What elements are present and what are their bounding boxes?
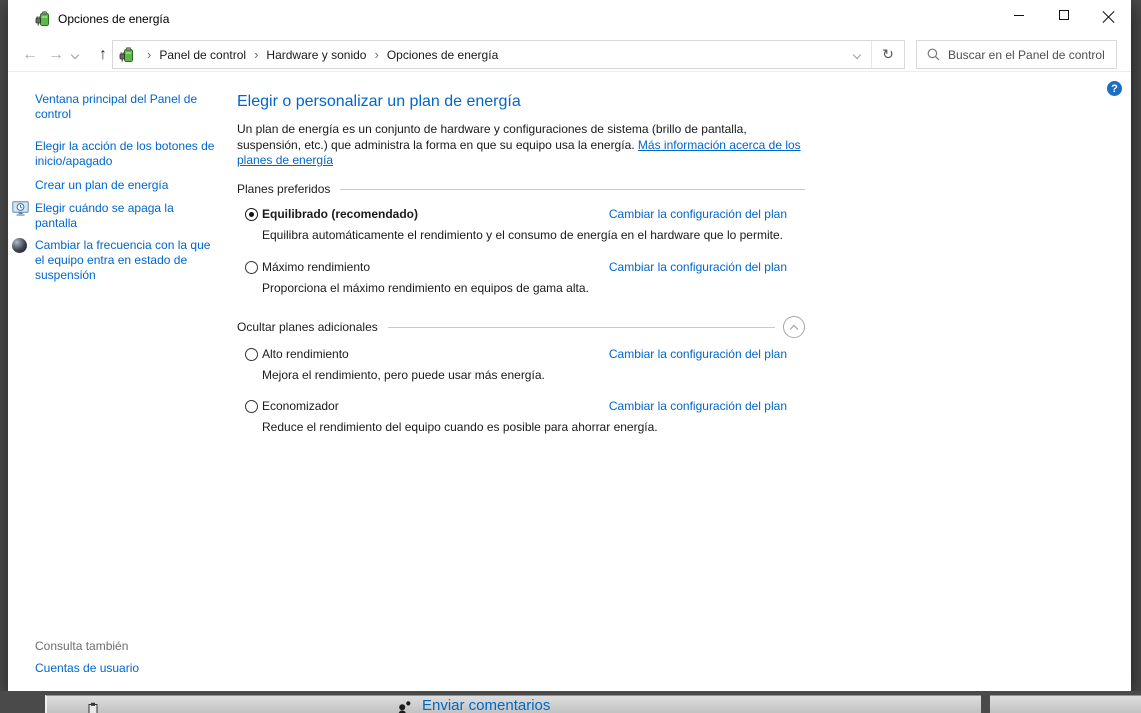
sidebar-item-label: Elegir la acción de los botones de inici… [35, 139, 215, 168]
back-icon: ← [22, 45, 38, 63]
task-sidebar: Ventana principal del Panel de control E… [8, 72, 237, 691]
breadcrumb-separator: › [147, 47, 152, 62]
chevron-down-icon [70, 50, 80, 59]
chevron-down-icon [852, 50, 862, 59]
plan-row-alto-rendimiento: Alto rendimiento Cambiar la configuració… [237, 347, 805, 363]
sidebar-item-label: Cambiar la frecuencia con la que el equi… [35, 238, 211, 282]
help-button[interactable]: ? [1107, 81, 1122, 96]
sidebar-item-accion-botones[interactable]: Elegir la acción de los botones de inici… [35, 139, 219, 169]
plan-row-equilibrado: Equilibrado (recomendado) Cambiar la con… [237, 207, 805, 223]
breadcrumb-separator: › [254, 47, 259, 62]
feedback-item: Enviar comentarios [397, 697, 550, 713]
plan-name: Equilibrado (recomendado) [262, 207, 419, 221]
change-plan-settings-link[interactable]: Cambiar la configuración del plan [609, 260, 787, 274]
recent-pages-button[interactable] [68, 38, 82, 71]
caption-buttons [996, 0, 1131, 30]
refresh-icon: ↻ [882, 46, 894, 62]
close-button[interactable] [1086, 0, 1131, 30]
minimize-button[interactable] [996, 0, 1041, 30]
sidebar-item-frecuencia-suspension[interactable]: Cambiar la frecuencia con la que el equi… [12, 238, 219, 283]
see-also-section: Consulta también Cuentas de usuario [35, 639, 139, 675]
forward-button[interactable]: → [44, 38, 68, 71]
feedback-person-icon [398, 701, 411, 713]
power-options-battery-icon [119, 46, 133, 62]
sidebar-item-label: Crear un plan de energía [35, 178, 169, 192]
enviar-comentarios-link[interactable]: Enviar comentarios [422, 697, 550, 713]
intro-paragraph: Un plan de energía es un conjunto de har… [237, 122, 813, 169]
sidebar-item-ventana-principal[interactable]: Ventana principal del Panel de control [35, 92, 219, 122]
sidebar-link-cuentas-de-usuario[interactable]: Cuentas de usuario [35, 661, 139, 675]
change-plan-settings-link[interactable]: Cambiar la configuración del plan [609, 207, 787, 221]
background-window-left: Enviar comentarios [45, 695, 981, 713]
maximize-button[interactable] [1041, 0, 1086, 30]
minimize-icon [1013, 14, 1024, 16]
radio-economizador[interactable] [245, 400, 258, 413]
radio-alto-rendimiento[interactable] [245, 348, 258, 361]
navigation-bar: ← → ↑ › Panel de control › Hardware y so… [8, 38, 1131, 72]
address-dropdown-button[interactable] [843, 41, 871, 68]
content-area: ? Ventana principal del Panel de control… [8, 72, 1131, 691]
page-title: Elegir o personalizar un plan de energía [237, 93, 521, 110]
plan-row-maximo-rendimiento: Máximo rendimiento Cambiar la configurac… [237, 260, 805, 276]
radio-equilibrado[interactable] [245, 208, 258, 221]
section-header-planes-adicionales: Ocultar planes adicionales [237, 316, 805, 338]
change-plan-settings-link[interactable]: Cambiar la configuración del plan [609, 347, 787, 361]
sidebar-item-apagar-pantalla[interactable]: Elegir cuándo se apaga la pantalla [12, 201, 219, 231]
sleep-sphere-icon [12, 238, 27, 253]
background-window-right [990, 695, 1141, 713]
close-icon [1102, 9, 1115, 22]
plan-description: Mejora el rendimiento, pero puede usar m… [262, 368, 545, 382]
back-button[interactable]: ← [18, 38, 42, 71]
plan-name: Alto rendimiento [262, 347, 349, 361]
breadcrumb-item-panel-de-control[interactable]: Panel de control [159, 48, 246, 62]
power-options-battery-icon [35, 11, 49, 26]
desktop: { "window": { "title": "Opciones de ener… [0, 0, 1141, 713]
search-box [916, 40, 1117, 69]
title-bar: Opciones de energía [8, 0, 1131, 38]
address-bar[interactable]: › Panel de control › Hardware y sonido ›… [112, 40, 905, 69]
section-header-planes-preferidos: Planes preferidos [237, 182, 805, 196]
plan-description: Proporciona el máximo rendimiento en equ… [262, 281, 589, 295]
maximize-icon [1058, 10, 1069, 20]
breadcrumb-separator: › [374, 47, 379, 62]
search-icon [927, 48, 940, 61]
change-plan-settings-link[interactable]: Cambiar la configuración del plan [609, 399, 787, 413]
section-label: Ocultar planes adicionales [237, 320, 378, 334]
breadcrumb-item-hardware-y-sonido[interactable]: Hardware y sonido [266, 48, 366, 62]
sidebar-item-label: Elegir cuándo se apaga la pantalla [35, 201, 174, 230]
clipboard-icon [88, 702, 98, 713]
radio-maximo-rendimiento[interactable] [245, 261, 258, 274]
section-divider-line [340, 188, 805, 190]
display-clock-icon [12, 201, 29, 216]
power-options-window: Opciones de energía ← → ↑ › Panel de con… [8, 0, 1131, 691]
refresh-button[interactable]: ↻ [872, 41, 904, 68]
search-input[interactable] [948, 47, 1116, 62]
see-also-header: Consulta también [35, 639, 129, 653]
background-windows-strip: Enviar comentarios [0, 691, 1141, 713]
help-question-icon: ? [1111, 82, 1118, 95]
plan-row-economizador: Economizador Cambiar la configuración de… [237, 399, 805, 415]
breadcrumb-item-opciones-de-energia[interactable]: Opciones de energía [387, 48, 498, 62]
plan-name: Economizador [262, 399, 339, 413]
forward-icon: → [48, 45, 64, 63]
window-title: Opciones de energía [58, 12, 170, 26]
up-icon: ↑ [99, 45, 107, 63]
plan-description: Reduce el rendimiento del equipo cuando … [262, 420, 658, 434]
plan-name: Máximo rendimiento [262, 260, 371, 274]
sidebar-item-crear-plan[interactable]: Crear un plan de energía [35, 178, 219, 193]
sidebar-item-label: Ventana principal del Panel de control [35, 92, 198, 121]
section-label: Planes preferidos [237, 182, 331, 196]
section-divider-line [387, 326, 775, 328]
chevron-up-icon [789, 324, 799, 333]
plan-description: Equilibra automáticamente el rendimiento… [262, 228, 783, 242]
collapse-section-button[interactable] [783, 316, 805, 338]
